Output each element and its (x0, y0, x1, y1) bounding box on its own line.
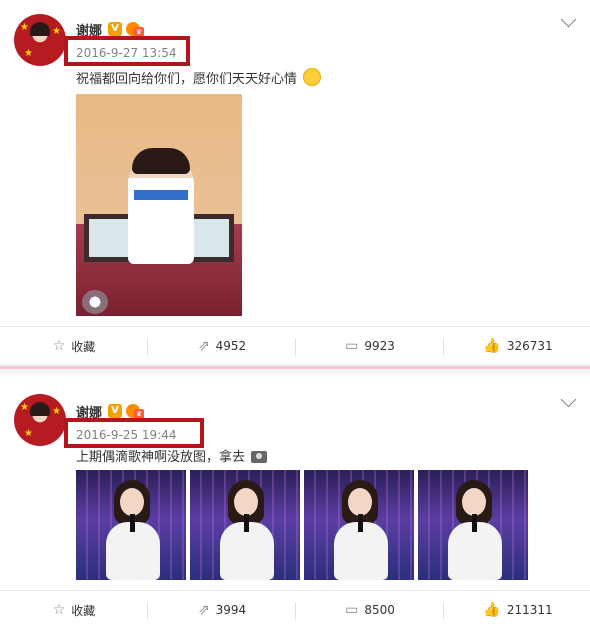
like-count: 326731 (506, 339, 553, 353)
microphone-icon (130, 514, 135, 532)
chevron-down-icon[interactable] (560, 11, 577, 28)
share-icon: ⇗ (197, 338, 210, 354)
post-text: 上期偶滴歌神啊没放图，拿去 (76, 446, 268, 465)
like-button[interactable]: 👍 326731 (444, 326, 590, 366)
like-button[interactable]: 👍 211311 (444, 590, 590, 630)
microphone-icon (472, 514, 477, 532)
thumbs-up-icon: 👍 (483, 338, 501, 354)
repost-count: 4952 (215, 339, 247, 353)
photo-stripe (134, 190, 188, 200)
favorite-button[interactable]: ☆ 收藏 (0, 590, 148, 630)
thumb-face (462, 488, 486, 516)
verified-badge: V (108, 22, 122, 36)
thumb-face (234, 488, 258, 516)
post-thumbnail[interactable] (418, 470, 528, 580)
thumb-face (120, 488, 144, 516)
repost-button[interactable]: ⇗ 4952 (148, 326, 296, 366)
post-text-content: 祝福都回向给你们，愿你们天天好心情 (76, 72, 298, 87)
action-bar: ☆ 收藏 ⇗ 3994 ▭ 8500 👍 211311 (0, 590, 590, 630)
post-thumbnail[interactable] (190, 470, 300, 580)
level-badge-icon: ♛ (126, 22, 144, 37)
sun-smile-icon (303, 68, 322, 86)
thumb-face (348, 488, 372, 516)
highlight-box (64, 418, 204, 448)
chevron-down-icon[interactable] (560, 391, 577, 408)
verified-badge: V (108, 404, 122, 418)
comment-count: 9923 (364, 339, 395, 353)
post-text-content: 上期偶滴歌神啊没放图，拿去 (76, 450, 246, 465)
post-photo[interactable] (76, 94, 242, 316)
favorite-button[interactable]: ☆ 收藏 (0, 326, 148, 366)
avatar[interactable]: ★ ★ ★ (14, 394, 66, 446)
camera-icon (251, 451, 268, 463)
avatar[interactable]: ★ ★ ★ (14, 14, 66, 66)
comment-button[interactable]: ▭ 9923 (296, 326, 444, 366)
photo-hair (132, 148, 190, 174)
comment-button[interactable]: ▭ 8500 (296, 590, 444, 630)
highlight-box (64, 36, 190, 66)
repost-count: 3994 (215, 603, 247, 617)
comment-count: 8500 (364, 603, 395, 617)
post-thumbnail[interactable] (76, 470, 186, 580)
like-count: 211311 (506, 603, 553, 617)
weibo-post-1: ★ ★ ★ 谢娜 V ♛ 2016-9-27 13:54 祝福都回向给你们，愿你… (0, 0, 590, 364)
repost-button[interactable]: ⇗ 3994 (148, 590, 296, 630)
post-thumbnail[interactable] (304, 470, 414, 580)
favorite-label: 收藏 (71, 339, 96, 354)
favorite-label: 收藏 (71, 603, 96, 618)
post-separator-line (0, 366, 590, 369)
microphone-icon (244, 514, 249, 532)
action-bar: ☆ 收藏 ⇗ 4952 ▭ 9923 👍 326731 (0, 326, 590, 366)
photo-headlight (82, 290, 108, 314)
comment-icon: ▭ (345, 602, 359, 618)
thumbs-up-icon: 👍 (483, 602, 501, 618)
microphone-icon (358, 514, 363, 532)
share-icon: ⇗ (197, 602, 210, 618)
comment-icon: ▭ (345, 338, 359, 354)
level-badge-icon: ♛ (126, 404, 144, 419)
star-icon: ☆ (52, 602, 66, 618)
post-text: 祝福都回向给你们，愿你们天天好心情 (76, 68, 322, 87)
star-icon: ☆ (52, 338, 66, 354)
